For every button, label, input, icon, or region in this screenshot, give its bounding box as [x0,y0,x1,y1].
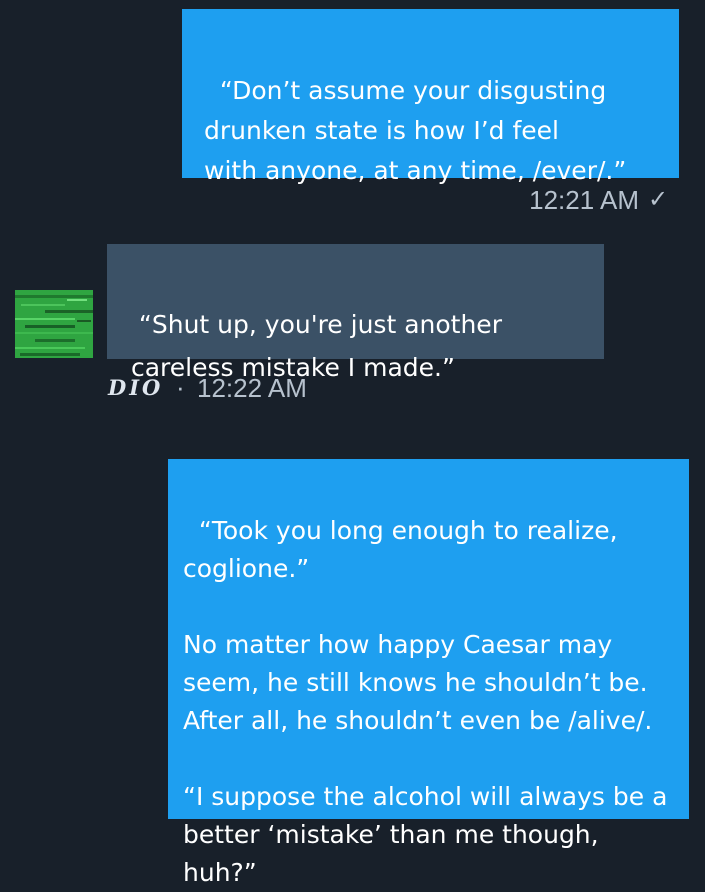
check-icon: ✓ [648,185,669,213]
outgoing-message-bubble[interactable]: “Don’t assume your disgusting drunken st… [182,9,679,185]
green-texture-avatar-icon [15,290,93,358]
meta-separator: · [176,372,185,402]
incoming-message-bubble[interactable]: “Shut up, you're just another careless m… [107,244,604,382]
sender-name[interactable]: DIO [108,375,163,401]
message-text: “Don’t assume your disgusting drunken st… [204,76,627,185]
message-timestamp: 12:22 AM [197,373,307,403]
outgoing-message-bubble[interactable]: “Took you long enough to realize, coglio… [168,459,689,887]
message-timestamp: 12:21 AM [529,185,639,215]
avatar[interactable] [15,290,93,358]
message-text: “Took you long enough to realize, coglio… [183,516,668,887]
